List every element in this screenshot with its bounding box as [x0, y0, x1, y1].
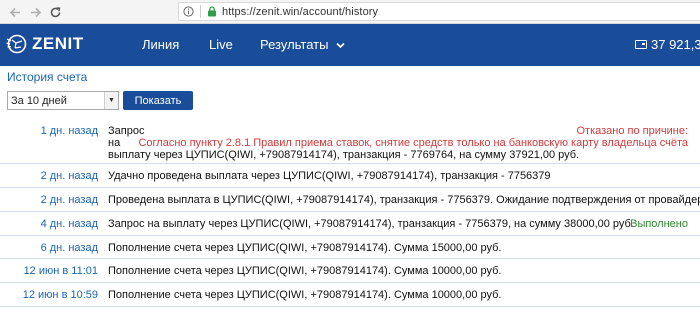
period-select[interactable]: За 10 дней ▼ — [7, 91, 119, 110]
logo-ball-icon — [6, 33, 28, 55]
info-icon[interactable] — [183, 6, 194, 17]
history-date: 1 дн. назад — [40, 125, 98, 137]
history-desc: Пополнение счета через ЦУПИС(QIWI, +7908… — [108, 289, 502, 301]
wallet-icon — [635, 40, 647, 49]
history-row: 2 дн. назад Проведена выплата в ЦУПИС(QI… — [0, 188, 700, 212]
chevron-down-icon — [336, 37, 345, 52]
show-button[interactable]: Показать — [123, 91, 193, 110]
nav-line[interactable]: Линия — [142, 37, 179, 52]
history-desc: Запрос на выплату через ЦУПИС(QIWI, +790… — [108, 218, 634, 230]
lock-icon — [207, 6, 217, 17]
page-title: История счета — [7, 70, 88, 84]
logo-text: ZENIT — [32, 34, 84, 53]
history-date: 4 дн. назад — [40, 218, 98, 230]
history-row: 4 дн. назад Запрос на выплату через ЦУПИ… — [0, 212, 700, 236]
arrow-right-icon[interactable] — [24, 1, 46, 23]
nav-live-label: Live — [209, 37, 233, 52]
history-row: 2 дн. назад Удачно проведена выплата чер… — [0, 164, 700, 188]
chevron-down-icon: ▼ — [104, 92, 118, 109]
url-divider — [200, 5, 201, 18]
arrow-left-icon[interactable] — [4, 1, 26, 23]
history-desc: Удачно проведена выплата через ЦУПИС(QIW… — [108, 170, 551, 182]
period-select-value: За 10 дней — [11, 94, 67, 107]
history-date: 12 июн в 10:59 — [22, 289, 98, 301]
history-status: Выполнено — [630, 218, 688, 230]
history-desc: Пополнение счета через ЦУПИС(QIWI, +7908… — [108, 242, 502, 254]
history-date: 6 дн. назад — [40, 242, 98, 254]
history-status: Отказано по причине: — [576, 125, 688, 137]
nav-results[interactable]: Результаты — [260, 37, 345, 52]
rejection-reason: Согласно пункту 2.8.1 Правил приема став… — [138, 137, 688, 149]
history-row: 6 дн. назад Пополнение счета через ЦУПИС… — [0, 236, 700, 259]
history-date: 2 дн. назад — [40, 194, 98, 206]
history-desc: Проведена выплата в ЦУПИС(QIWI, +7908791… — [108, 194, 700, 206]
site-header: ZENIT Линия Live Результаты 37 921,30 — [0, 24, 700, 66]
reload-icon[interactable] — [44, 1, 66, 23]
history-list: 1 дн. назад Запрос Отказано по причине: … — [0, 118, 700, 307]
history-date: 2 дн. назад — [40, 170, 98, 182]
history-desc-line2-prefix: на — [108, 137, 121, 149]
history-date: 12 июн в 11:01 — [23, 265, 98, 277]
browser-toolbar: https://zenit.win/account/history — [0, 0, 700, 24]
history-desc: Пополнение счета через ЦУПИС(QIWI, +7908… — [108, 265, 502, 277]
balance[interactable]: 37 921,30 — [635, 37, 700, 52]
history-row: 12 июн в 10:59 Пополнение счета через ЦУ… — [0, 283, 700, 307]
nav-line-label: Линия — [142, 37, 180, 52]
logo[interactable]: ZENIT — [6, 33, 84, 55]
history-row: 12 июн в 11:01 Пополнение счета через ЦУ… — [0, 259, 700, 283]
url-text: https://zenit.win/account/history — [222, 5, 379, 18]
balance-value: 37 921,30 — [651, 37, 700, 52]
nav-live[interactable]: Live — [209, 37, 233, 52]
address-bar[interactable]: https://zenit.win/account/history — [178, 2, 700, 21]
history-row: 1 дн. назад Запрос Отказано по причине: … — [0, 118, 700, 164]
history-desc-line3: выплату через ЦУПИС(QIWI, +79087914174),… — [108, 149, 580, 161]
history-desc-line1: Запрос — [108, 125, 145, 137]
nav-results-label: Результаты — [260, 37, 329, 52]
